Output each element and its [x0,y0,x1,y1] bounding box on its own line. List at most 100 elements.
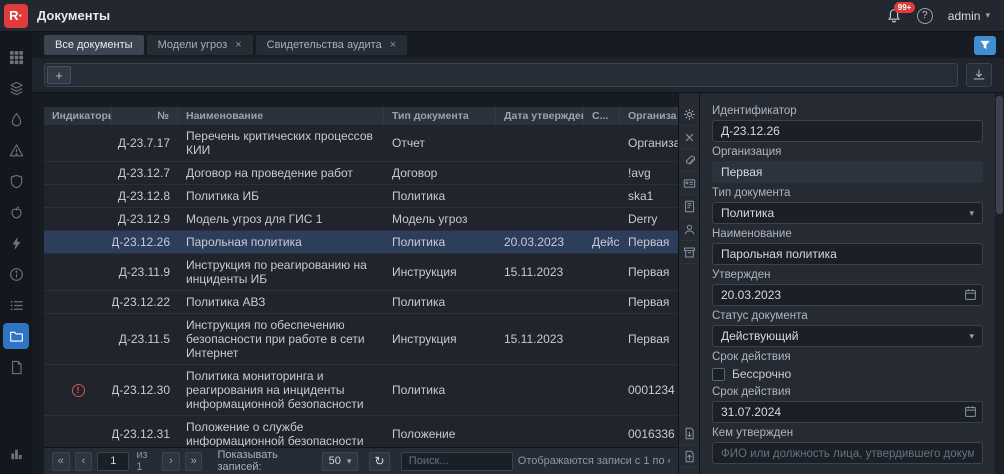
tab-threat-models[interactable]: Модели угроз × [147,35,253,55]
sidebar-item-incidents[interactable] [3,199,29,225]
close-icon[interactable]: × [235,39,241,51]
cell-date [496,291,584,313]
name-input[interactable] [712,243,983,265]
file-upload-icon [683,450,696,463]
column-header-type[interactable]: Тип документа [384,107,496,125]
approved-date-input[interactable] [712,284,983,306]
cell-status [584,185,620,207]
tab-label: Все документы [55,39,133,51]
add-button[interactable]: + [47,66,71,84]
cell-name: Инструкция по реагированию на инциденты … [178,254,384,290]
sidebar-item-apps[interactable] [3,44,29,70]
calendar-icon[interactable] [964,288,977,301]
table-row[interactable]: Д-23.12.9 Модель угроз для ГИС 1 Модель … [44,208,678,231]
doc-type-select[interactable]: Политика ▾ [712,202,983,224]
lightning-icon [9,236,24,251]
table-row[interactable]: Д-23.12.7 Договор на проведение работ До… [44,162,678,185]
card-tool-button[interactable] [679,172,700,195]
table-row[interactable]: ! Д-23.12.30 Политика мониторинга и реаг… [44,365,678,416]
cell-number: Д-23.11.5 [112,314,178,364]
column-header-name[interactable]: Наименование [178,107,384,125]
table-row[interactable]: Д-23.11.5 Инструкция по обеспечению безо… [44,314,678,365]
column-header-indicators[interactable]: Индикаторы [44,107,112,125]
sidebar-item-info[interactable] [3,261,29,287]
user-menu[interactable]: admin ▾ [948,9,990,23]
archive-tool-button[interactable] [679,241,700,264]
tab-all-documents[interactable]: Все документы [44,35,144,55]
cell-number: Д-23.12.31 [112,416,178,447]
sidebar-item-risks[interactable] [3,137,29,163]
table-row-selected[interactable]: Д-23.12.26 Парольная политика Политика 2… [44,231,678,254]
cell-org: Первая [620,291,678,313]
scrollbar-thumb[interactable] [996,96,1003,214]
valid-until-date-input[interactable] [712,401,983,423]
table-row[interactable]: Д-23.12.22 Политика АВЗ Политика Первая [44,291,678,314]
search-input[interactable] [401,452,513,471]
filter-button[interactable] [974,36,996,55]
paperclip-icon [683,154,696,167]
sidebar-item-documents[interactable] [3,323,29,349]
cell-name: Политика ИБ [178,185,384,207]
tab-label: Свидетельства аудита [267,39,382,51]
notifications-button[interactable]: 99+ [886,8,902,24]
cell-type: Инструкция [384,314,496,364]
export-button[interactable] [966,63,992,87]
journal-tool-button[interactable] [679,195,700,218]
column-header-status[interactable]: С... [584,107,620,125]
warning-indicator-icon[interactable]: ! [72,384,85,397]
column-header-number[interactable]: № [112,107,178,125]
sidebar-item-reports[interactable] [3,354,29,380]
close-icon[interactable]: × [390,39,396,51]
file-upload-button[interactable] [679,445,700,468]
cell-org: 0016336 [620,416,678,447]
identifier-input[interactable] [712,120,983,142]
details-panel: Идентификатор Организация Тип документа … [700,93,995,474]
refresh-button[interactable]: ↻ [369,452,389,471]
cell-name: Политика мониторинга и реагирования на и… [178,365,384,415]
table-row[interactable]: Д-23.11.9 Инструкция по реагированию на … [44,254,678,291]
sidebar-item-events[interactable] [3,230,29,256]
table-row[interactable]: Д-23.12.8 Политика ИБ Политика ska1 [44,185,678,208]
perpetual-checkbox[interactable] [712,368,725,381]
last-page-button[interactable]: » [185,452,203,471]
settings-tool-button[interactable] [679,103,700,126]
help-button[interactable]: ? [917,8,933,24]
attachments-tool-button[interactable] [679,149,700,172]
column-header-date[interactable]: Дата утверждения [496,107,584,125]
sidebar-item-security[interactable] [3,168,29,194]
vertical-scrollbar[interactable] [995,93,1004,474]
cell-indicator [44,416,112,447]
cell-number: Д-23.12.22 [112,291,178,313]
close-panel-button[interactable] [679,126,700,149]
sidebar-item-tasks[interactable] [3,292,29,318]
sidebar-item-analytics[interactable] [3,440,29,466]
calendar-icon[interactable] [964,405,977,418]
table-row[interactable]: Д-23.7.17 Перечень критических процессов… [44,125,678,162]
next-page-button[interactable]: › [162,452,180,471]
approved-by-input[interactable] [712,442,983,464]
cell-type: Договор [384,162,496,184]
responsible-tool-button[interactable] [679,218,700,241]
page-number-input[interactable] [97,452,129,471]
page-size-select[interactable]: 50 ▾ [322,452,359,471]
sidebar-item-drop[interactable] [3,106,29,132]
cell-type: Инструкция [384,254,496,290]
cell-name: Перечень критических процессов КИИ [178,125,384,161]
status-select[interactable]: Действующий ▾ [712,325,983,347]
cell-date [496,125,584,161]
cell-date [496,185,584,207]
quick-filter-bar[interactable]: + [44,63,958,87]
cell-indicator: ! [44,365,112,415]
first-page-button[interactable]: « [52,452,70,471]
status-label: Статус документа [712,310,983,322]
app-logo[interactable]: R· [4,4,28,28]
toolbar: + [32,58,1004,93]
sidebar-item-layers[interactable] [3,75,29,101]
prev-page-button[interactable]: ‹ [75,452,93,471]
perpetual-checkbox-label: Бессрочно [732,367,791,381]
table-row[interactable]: Д-23.12.31 Положение о службе информацио… [44,416,678,447]
column-header-org[interactable]: Организац [620,107,678,125]
cell-status [584,254,620,290]
file-download-button[interactable] [679,422,700,445]
tab-audit-evidence[interactable]: Свидетельства аудита × [256,35,408,55]
